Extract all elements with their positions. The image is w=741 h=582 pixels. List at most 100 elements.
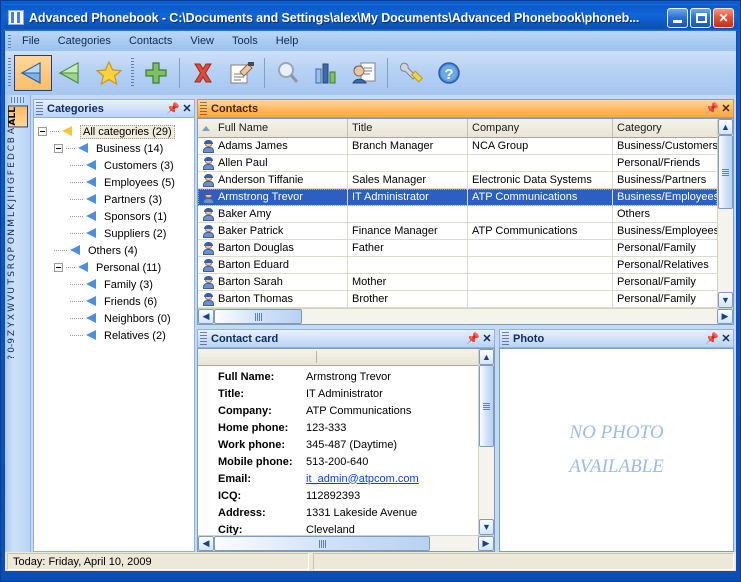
menu-help[interactable]: Help [267, 33, 308, 49]
alphabet-item-t[interactable]: T [8, 278, 28, 286]
contact-row[interactable]: Adams JamesBranch ManagerNCA GroupBusine… [198, 138, 717, 155]
alphabet-item-q[interactable]: Q [8, 253, 28, 262]
column-header-full-name[interactable]: Full Name [198, 119, 348, 137]
category-tree-item[interactable]: Others (4) [38, 242, 194, 259]
alphabet-item-l[interactable]: L [8, 211, 28, 218]
photo-close-icon[interactable]: ✕ [719, 332, 733, 346]
categories-close-icon[interactable]: ✕ [180, 102, 194, 116]
contact-row[interactable]: Baker AmyOthers [198, 206, 717, 223]
alphabet-item-m[interactable]: M [8, 218, 28, 228]
card-scroll-right-button[interactable]: ▶ [478, 536, 494, 551]
alphabet-item-a[interactable]: A [8, 127, 28, 135]
alphabet-item-u[interactable]: U [8, 286, 28, 295]
edit-contact-button[interactable] [222, 55, 260, 91]
card-scroll-left-button[interactable]: ◀ [198, 536, 214, 551]
menu-tools[interactable]: Tools [223, 33, 267, 49]
contact-card-vertical-scrollbar[interactable]: ▲ ▼ [478, 349, 494, 535]
card-scroll-up-button[interactable]: ▲ [479, 349, 494, 365]
category-tree-item[interactable]: Friends (6) [38, 293, 194, 310]
card-scroll-down-button[interactable]: ▼ [479, 519, 494, 535]
contacts-pin-icon[interactable]: 📌 [705, 102, 719, 116]
menu-file[interactable]: File [13, 33, 49, 49]
alphabet-item-c[interactable]: C [8, 144, 28, 152]
card-hscroll-thumb[interactable] [214, 536, 430, 551]
contacts-hscroll-track[interactable] [214, 309, 717, 324]
category-tree-item[interactable]: Personal (11) [38, 259, 194, 276]
alphabet-item-h[interactable]: H [8, 185, 28, 194]
contacts-vscroll-track[interactable] [718, 135, 733, 292]
menu-categories[interactable]: Categories [49, 33, 120, 49]
menu-grip[interactable] [5, 31, 13, 51]
category-tree-item[interactable]: All categories (29) [38, 123, 194, 140]
options-button[interactable] [392, 55, 430, 91]
back-button[interactable] [14, 55, 52, 91]
category-tree-item[interactable]: Suppliers (2) [38, 225, 194, 242]
toolbar-grip-2[interactable] [128, 51, 137, 95]
contacts-vscroll-thumb[interactable] [718, 135, 733, 209]
alphabet-item-p[interactable]: P [8, 246, 28, 253]
contacts-close-icon[interactable]: ✕ [719, 102, 733, 116]
category-tree-item[interactable]: Customers (3) [38, 157, 194, 174]
alphabet-bar-grip[interactable] [11, 97, 25, 103]
alphabet-item-f[interactable]: F [8, 169, 28, 176]
tree-collapse-icon[interactable] [54, 144, 63, 153]
delete-contact-button[interactable] [184, 55, 222, 91]
alphabet-item-z[interactable]: Z [8, 329, 28, 337]
toolbar-grip-1[interactable] [5, 51, 14, 95]
category-tree-item[interactable]: Family (3) [38, 276, 194, 293]
maximize-button[interactable] [690, 8, 711, 28]
tree-collapse-icon[interactable] [54, 263, 63, 272]
alphabet-item-s[interactable]: S [8, 270, 28, 278]
category-tree-item[interactable]: Relatives (2) [38, 327, 194, 344]
minimize-button[interactable] [667, 8, 688, 28]
menu-contacts[interactable]: Contacts [120, 33, 181, 49]
card-hscroll-track[interactable] [214, 536, 478, 551]
contact-card-pin-icon[interactable]: 📌 [466, 332, 480, 346]
alphabet-item-d[interactable]: D [8, 152, 28, 161]
column-header-title[interactable]: Title [348, 119, 468, 137]
reports-button[interactable] [307, 55, 345, 91]
contacts-horizontal-scrollbar[interactable]: ◀ ▶ [198, 308, 733, 324]
alphabet-item-k[interactable]: K [8, 203, 28, 211]
card-vscroll-thumb[interactable] [479, 365, 494, 447]
contacts-vertical-scrollbar[interactable]: ▲ ▼ [717, 119, 733, 308]
contact-card-horizontal-scrollbar[interactable]: ◀ ▶ [198, 535, 494, 551]
column-header-company[interactable]: Company [468, 119, 613, 137]
contact-row[interactable]: Anderson TiffanieSales ManagerElectronic… [198, 172, 717, 189]
contact-card-close-icon[interactable]: ✕ [480, 332, 494, 346]
alphabet-item-0-9[interactable]: 0-9 [8, 337, 28, 354]
contact-row[interactable]: Barton EduardPersonal/Relatives [198, 257, 717, 274]
alphabet-item-x[interactable]: ? [8, 354, 28, 361]
search-button[interactable] [269, 55, 307, 91]
add-contact-button[interactable] [137, 55, 175, 91]
alphabet-item-g[interactable]: G [8, 176, 28, 185]
category-tree-item[interactable]: Partners (3) [38, 191, 194, 208]
contact-row[interactable]: Barton ThomasBrotherPersonal/Family [198, 291, 717, 308]
alphabet-item-y[interactable]: Y [8, 321, 28, 329]
category-tree-item[interactable]: Employees (5) [38, 174, 194, 191]
contact-row[interactable]: Barton SarahMotherPersonal/Family [198, 274, 717, 291]
favorites-button[interactable] [90, 55, 128, 91]
photo-panel-grip[interactable] [502, 332, 509, 346]
contact-row[interactable]: Barton DouglasFatherPersonal/Family [198, 240, 717, 257]
alphabet-item-o[interactable]: O [8, 236, 28, 245]
help-button[interactable]: ? [430, 55, 468, 91]
contacts-scroll-left-button[interactable]: ◀ [198, 309, 214, 324]
alphabet-item-w[interactable]: W [8, 302, 28, 313]
close-button[interactable]: ✕ [713, 8, 734, 28]
contact-card-column-splitter[interactable] [198, 349, 478, 366]
alphabet-item-all[interactable]: ALL [8, 105, 28, 127]
contacts-scroll-up-button[interactable]: ▲ [718, 119, 733, 135]
contacts-panel-grip[interactable] [200, 102, 207, 116]
contacts-hscroll-thumb[interactable] [214, 309, 302, 324]
categories-panel-grip[interactable] [36, 102, 43, 116]
contact-row[interactable]: Allen PaulPersonal/Friends [198, 155, 717, 172]
alphabet-item-b[interactable]: B [8, 136, 28, 144]
category-tree-item[interactable]: Sponsors (1) [38, 208, 194, 225]
card-vscroll-track[interactable] [479, 365, 494, 519]
contact-row[interactable]: Baker PatrickFinance ManagerATP Communic… [198, 223, 717, 240]
category-tree-item[interactable]: Business (14) [38, 140, 194, 157]
card-field-email-link[interactable]: it_admin@atpcom.com [306, 473, 419, 485]
contact-card-grip[interactable] [200, 332, 207, 346]
photo-pin-icon[interactable]: 📌 [705, 332, 719, 346]
